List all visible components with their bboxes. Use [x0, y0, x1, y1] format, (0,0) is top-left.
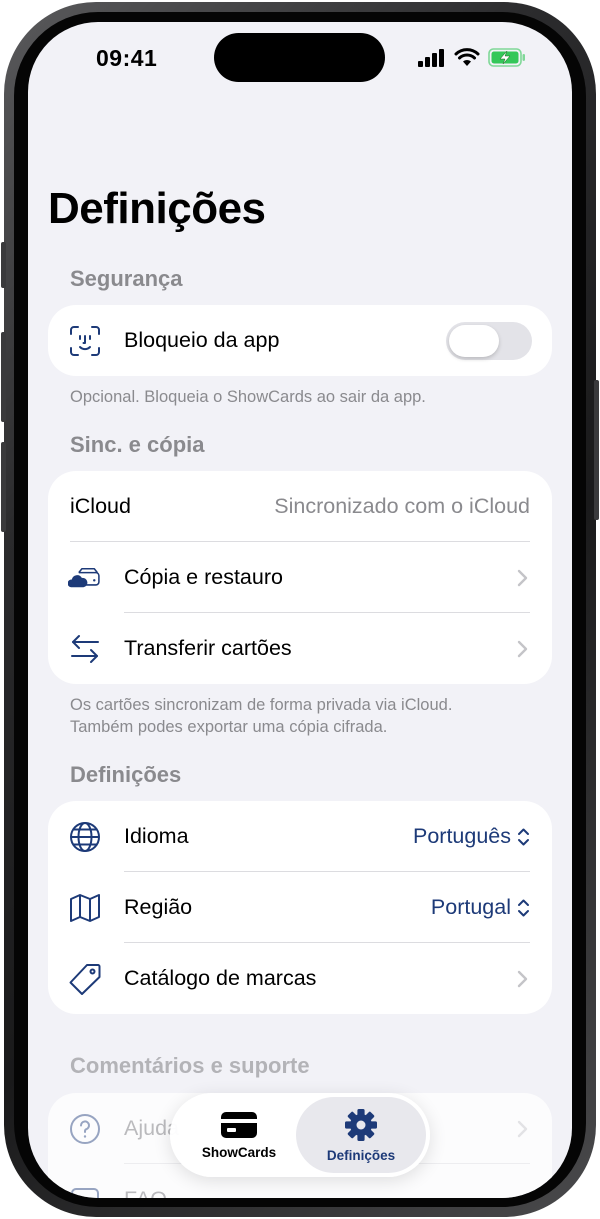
sync-group: iCloud Sincronizado com o iCloud Cópia e…	[48, 471, 552, 684]
language-row[interactable]: Idioma Português	[48, 801, 552, 872]
region-label: Região	[124, 895, 193, 919]
section-header-sync: Sinc. e cópia	[70, 432, 205, 457]
language-selector[interactable]: Português	[413, 824, 530, 849]
security-group: Bloqueio da app	[48, 305, 552, 376]
language-value: Português	[412, 824, 511, 848]
tab-label-showcards: ShowCards	[201, 1144, 277, 1160]
app-lock-toggle[interactable]	[446, 321, 532, 360]
globe-icon	[68, 820, 102, 854]
sync-footer-line-1: Os cartões sincronizam de forma privada …	[70, 696, 453, 714]
app-lock-label: Bloqueio da app	[124, 328, 280, 352]
status-icons	[418, 48, 526, 67]
region-value: Portugal	[430, 895, 511, 919]
transfer-cards-row[interactable]: Transferir cartões	[48, 613, 552, 684]
faq-label: FAQ	[124, 1187, 167, 1198]
volume-down-button	[1, 442, 6, 532]
dynamic-island	[214, 33, 385, 82]
chevron-right-icon	[517, 569, 528, 586]
status-time: 09:41	[96, 45, 158, 71]
transfer-arrows-icon	[68, 632, 102, 666]
chevron-up-down-icon	[518, 828, 529, 845]
backup-restore-row[interactable]: Cópia e restauro	[48, 542, 552, 613]
icloud-label: iCloud	[70, 494, 131, 518]
backup-restore-label: Cópia e restauro	[124, 565, 283, 589]
chevron-right-icon	[517, 970, 528, 987]
screen: 09:41 Definições Segurança Bloqueio da a…	[28, 22, 572, 1198]
face-id-icon	[68, 324, 102, 358]
tag-icon	[68, 962, 102, 996]
language-label: Idioma	[124, 824, 189, 848]
icloud-status: Sincronizado com o iCloud	[274, 494, 530, 518]
cellular-signal-icon	[418, 48, 444, 67]
chevron-right-icon	[517, 640, 528, 657]
battery-charging-icon	[488, 48, 525, 67]
app-lock-row[interactable]: Bloqueio da app	[48, 305, 552, 376]
region-selector[interactable]: Portugal	[431, 895, 530, 920]
gear-icon	[345, 1108, 377, 1141]
faq-icon	[68, 1183, 102, 1198]
card-icon	[221, 1111, 257, 1138]
toggle-knob	[449, 324, 499, 357]
page-title: Definições	[48, 184, 266, 233]
chevron-up-down-icon	[518, 899, 529, 916]
region-row[interactable]: Região Portugal	[48, 872, 552, 943]
section-header-settings: Definições	[70, 762, 182, 787]
tab-showcards[interactable]: ShowCards	[174, 1097, 304, 1173]
tab-settings[interactable]: Definições	[296, 1097, 426, 1173]
brand-catalog-label: Catálogo de marcas	[124, 966, 317, 990]
icloud-row: iCloud Sincronizado com o iCloud	[48, 471, 552, 542]
volume-up-button	[1, 332, 6, 422]
wifi-icon	[454, 48, 480, 66]
power-button	[594, 380, 599, 520]
cloud-drive-icon	[68, 561, 102, 595]
tab-bar: ShowCards Definições	[170, 1093, 430, 1177]
chevron-right-icon	[517, 1120, 528, 1137]
question-circle-icon	[68, 1112, 102, 1146]
brand-catalog-row[interactable]: Catálogo de marcas	[48, 943, 552, 1014]
map-icon	[68, 891, 102, 925]
section-header-support: Comentários e suporte	[70, 1053, 310, 1078]
settings-group: Idioma Português Região Portugal Catálog…	[48, 801, 552, 1014]
transfer-cards-label: Transferir cartões	[124, 636, 292, 660]
tab-label-settings: Definições	[326, 1147, 396, 1163]
section-header-security: Segurança	[70, 266, 183, 291]
sync-footer-line-2: Também podes exportar uma cópia cifrada.	[70, 718, 388, 736]
security-footer: Opcional. Bloqueia o ShowCards ao sair d…	[70, 388, 426, 406]
action-button	[1, 242, 6, 288]
